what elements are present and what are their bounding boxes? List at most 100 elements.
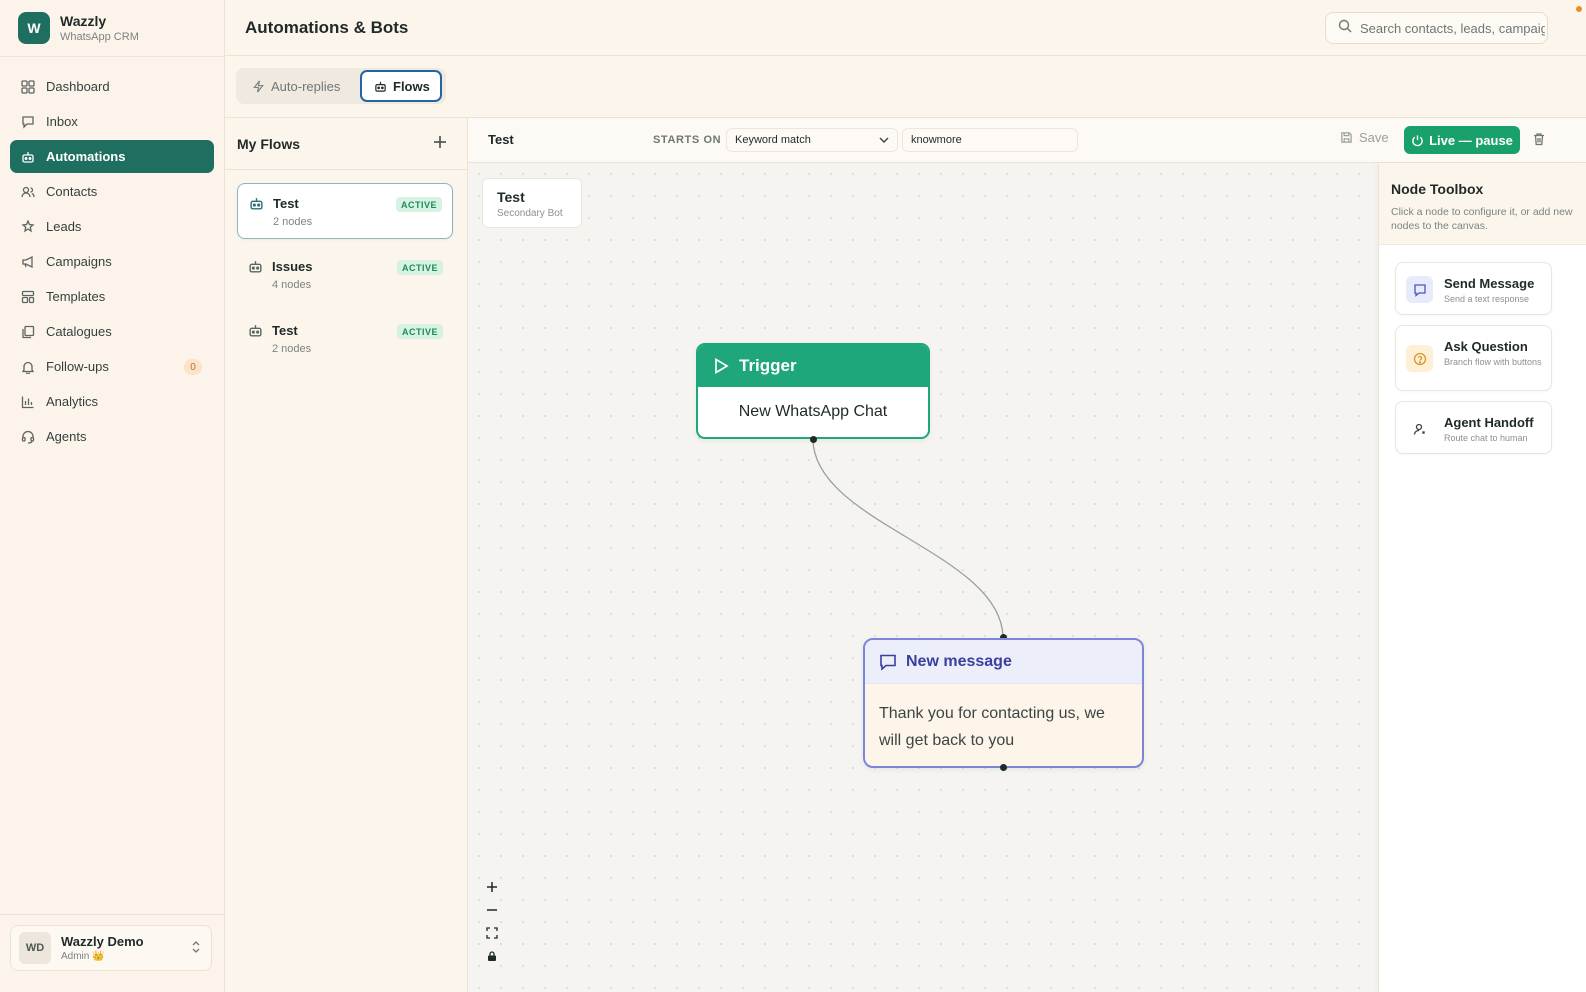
notification-dot xyxy=(1576,6,1582,12)
bot-icon xyxy=(249,196,264,216)
brand-logo: W xyxy=(18,12,50,44)
sidebar-item-contacts[interactable]: Contacts xyxy=(10,175,214,208)
save-button[interactable]: Save xyxy=(1340,130,1389,145)
trash-icon xyxy=(1534,133,1544,146)
tool-agent-handoff[interactable]: Agent Handoff Route chat to human xyxy=(1395,401,1552,454)
flow-item[interactable]: Issues 4 nodes ACTIVE xyxy=(237,247,453,303)
templates-icon xyxy=(20,289,35,304)
play-icon xyxy=(712,357,730,375)
sidebar-item-label: Catalogues xyxy=(46,324,112,339)
fit-view-button[interactable] xyxy=(480,921,504,944)
save-label: Save xyxy=(1359,130,1389,145)
sidebar-item-label: Inbox xyxy=(46,114,78,129)
starts-on-label: STARTS ON xyxy=(653,134,722,146)
sidebar-item-analytics[interactable]: Analytics xyxy=(10,385,214,418)
sidebar-item-label: Analytics xyxy=(46,394,99,409)
toolbox-header: Node Toolbox Click a node to configure i… xyxy=(1379,163,1586,245)
sidebar-item-campaigns[interactable]: Campaigns xyxy=(10,245,214,278)
global-search[interactable] xyxy=(1325,12,1548,44)
message-icon xyxy=(1406,276,1433,303)
user-menu[interactable]: WD Wazzly Demo Admin 👑 xyxy=(10,925,212,971)
flow-name: Issues xyxy=(272,259,313,274)
fit-view-icon xyxy=(486,926,498,939)
tool-send-message[interactable]: Send Message Send a text response xyxy=(1395,262,1552,315)
flow-title[interactable]: Test xyxy=(488,132,514,147)
megaphone-icon xyxy=(20,254,35,269)
sidebar-item-label: Follow-ups xyxy=(46,359,109,374)
tool-description: Send a text response xyxy=(1444,294,1530,304)
sidebar-item-label: Dashboard xyxy=(46,79,110,94)
node-toolbox: Node Toolbox Click a node to configure i… xyxy=(1378,163,1586,992)
sidebar-item-label: Leads xyxy=(46,219,82,234)
bot-icon xyxy=(20,149,35,164)
inbox-icon xyxy=(20,114,35,129)
lock-canvas-button[interactable] xyxy=(480,944,504,967)
bot-icon xyxy=(248,323,263,343)
trigger-output-handle[interactable] xyxy=(810,436,817,443)
avatar: WD xyxy=(19,932,51,964)
tab-flows[interactable]: Flows xyxy=(360,70,442,102)
sidebar-item-label: Automations xyxy=(46,149,126,164)
leads-icon xyxy=(20,219,35,234)
message-icon xyxy=(879,653,897,671)
message-node-header: New message xyxy=(865,640,1142,684)
tool-ask-question[interactable]: Ask Question Branch flow with buttons xyxy=(1395,325,1552,391)
bot-icon xyxy=(248,259,263,279)
flow-canvas[interactable]: Test Secondary Bot Trigger New WhatsApp … xyxy=(468,163,1378,992)
analytics-icon xyxy=(20,394,35,409)
tool-description: Branch flow with buttons xyxy=(1444,357,1542,367)
canvas-controls xyxy=(480,875,504,969)
follow-ups-count-badge: 0 xyxy=(184,359,202,375)
keyword-input[interactable]: knowmore xyxy=(902,128,1078,152)
sidebar-item-label: Contacts xyxy=(46,184,98,199)
top-header: Automations & Bots xyxy=(225,0,1586,56)
tab-auto-replies[interactable]: Auto-replies xyxy=(240,70,352,102)
flow-node-count: 4 nodes xyxy=(272,279,312,291)
lightning-icon xyxy=(252,80,265,93)
flow-node-count: 2 nodes xyxy=(273,216,313,228)
brand[interactable]: W Wazzly WhatsApp CRM xyxy=(18,12,139,44)
flow-editor-toolbar: Test STARTS ON Keyword match knowmore Sa… xyxy=(468,117,1586,163)
flow-edge[interactable] xyxy=(468,163,1378,992)
keyword-value: knowmore xyxy=(911,134,962,146)
flow-item[interactable]: Test 2 nodes ACTIVE xyxy=(237,183,453,239)
trigger-node-header: Trigger xyxy=(698,345,928,387)
message-node[interactable]: New message Thank you for contacting us,… xyxy=(863,638,1144,768)
flow-item[interactable]: Test 2 nodes ACTIVE xyxy=(237,311,453,367)
flows-divider xyxy=(225,169,468,170)
search-input[interactable] xyxy=(1360,20,1545,36)
power-icon xyxy=(1411,134,1424,147)
delete-flow-button[interactable] xyxy=(1532,132,1546,151)
sidebar-item-agents[interactable]: Agents xyxy=(10,420,214,453)
chevron-up-down-icon xyxy=(191,940,201,959)
add-flow-button[interactable] xyxy=(430,132,450,152)
message-output-handle[interactable] xyxy=(1000,764,1007,771)
live-pause-button[interactable]: Live — pause xyxy=(1404,126,1520,154)
tab-label: Flows xyxy=(393,78,430,94)
tool-name: Send Message xyxy=(1444,276,1535,291)
status-badge: ACTIVE xyxy=(395,197,442,212)
tool-name: Ask Question xyxy=(1444,339,1528,354)
sidebar-item-automations[interactable]: Automations xyxy=(10,140,214,173)
sidebar-item-catalogues[interactable]: Catalogues xyxy=(10,315,214,348)
flows-panel: My Flows Test 2 nodes ACTIVE Issues 4 no… xyxy=(225,117,468,992)
brand-subtitle: WhatsApp CRM xyxy=(60,31,139,43)
plus-icon xyxy=(434,136,446,148)
trigger-node[interactable]: Trigger New WhatsApp Chat xyxy=(696,343,930,439)
sidebar: W Wazzly WhatsApp CRM Dashboard Inbox Au… xyxy=(0,0,225,992)
tab-label: Auto-replies xyxy=(271,78,341,94)
tool-name: Agent Handoff xyxy=(1444,415,1534,430)
sidebar-item-leads[interactable]: Leads xyxy=(10,210,214,243)
zoom-in-button[interactable] xyxy=(480,875,504,898)
sidebar-item-follow-ups[interactable]: Follow-ups 0 xyxy=(10,350,214,383)
flow-name: Test xyxy=(273,196,299,211)
sidebar-item-templates[interactable]: Templates xyxy=(10,280,214,313)
tool-description: Route chat to human xyxy=(1444,433,1528,443)
trigger-type-select[interactable]: Keyword match xyxy=(726,128,898,152)
sidebar-item-inbox[interactable]: Inbox xyxy=(10,105,214,138)
search-icon xyxy=(1338,19,1352,38)
sidebar-item-label: Templates xyxy=(46,289,106,304)
sidebar-item-dashboard[interactable]: Dashboard xyxy=(10,70,214,103)
zoom-out-button[interactable] xyxy=(480,898,504,921)
agent-icon xyxy=(1406,415,1433,442)
